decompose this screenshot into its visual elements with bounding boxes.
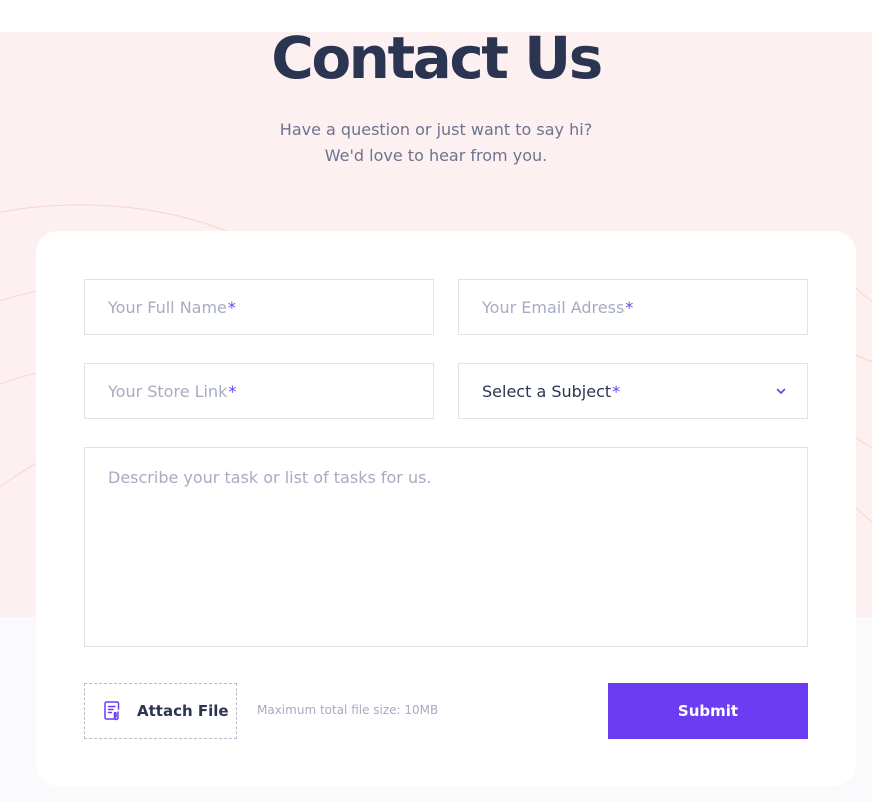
- message-textarea[interactable]: Describe your task or list of tasks for …: [84, 447, 808, 647]
- subtitle-line-2: We'd love to hear from you.: [324, 146, 548, 165]
- full-name-placeholder: Your Full Name: [108, 297, 227, 317]
- subject-select[interactable]: Select a Subject *: [458, 363, 808, 419]
- subtitle-line-1: Have a question or just want to say hi?: [279, 120, 593, 139]
- email-placeholder: Your Email Adress: [482, 297, 625, 317]
- required-marker: *: [228, 381, 237, 401]
- store-link-field[interactable]: Your Store Link *: [84, 363, 434, 419]
- subject-select-value: Select a Subject: [482, 381, 612, 401]
- page-title: Contact Us: [271, 24, 603, 92]
- full-name-field[interactable]: Your Full Name *: [84, 279, 434, 335]
- file-size-note: Maximum total file size: 10MB: [257, 703, 439, 717]
- message-placeholder: Describe your task or list of tasks for …: [108, 468, 432, 487]
- attach-file-label: Attach File: [137, 702, 229, 720]
- required-marker: *: [227, 297, 236, 317]
- submit-button[interactable]: Submit: [608, 683, 808, 739]
- page-subtitle: Have a question or just want to say hi? …: [0, 117, 872, 169]
- chevron-down-icon: [776, 388, 786, 394]
- email-field[interactable]: Your Email Adress *: [458, 279, 808, 335]
- file-attachment-icon: [104, 701, 120, 721]
- attach-file-button[interactable]: Attach File: [84, 683, 237, 739]
- required-marker: *: [625, 297, 634, 317]
- store-link-placeholder: Your Store Link: [108, 381, 228, 401]
- required-marker: *: [612, 381, 621, 401]
